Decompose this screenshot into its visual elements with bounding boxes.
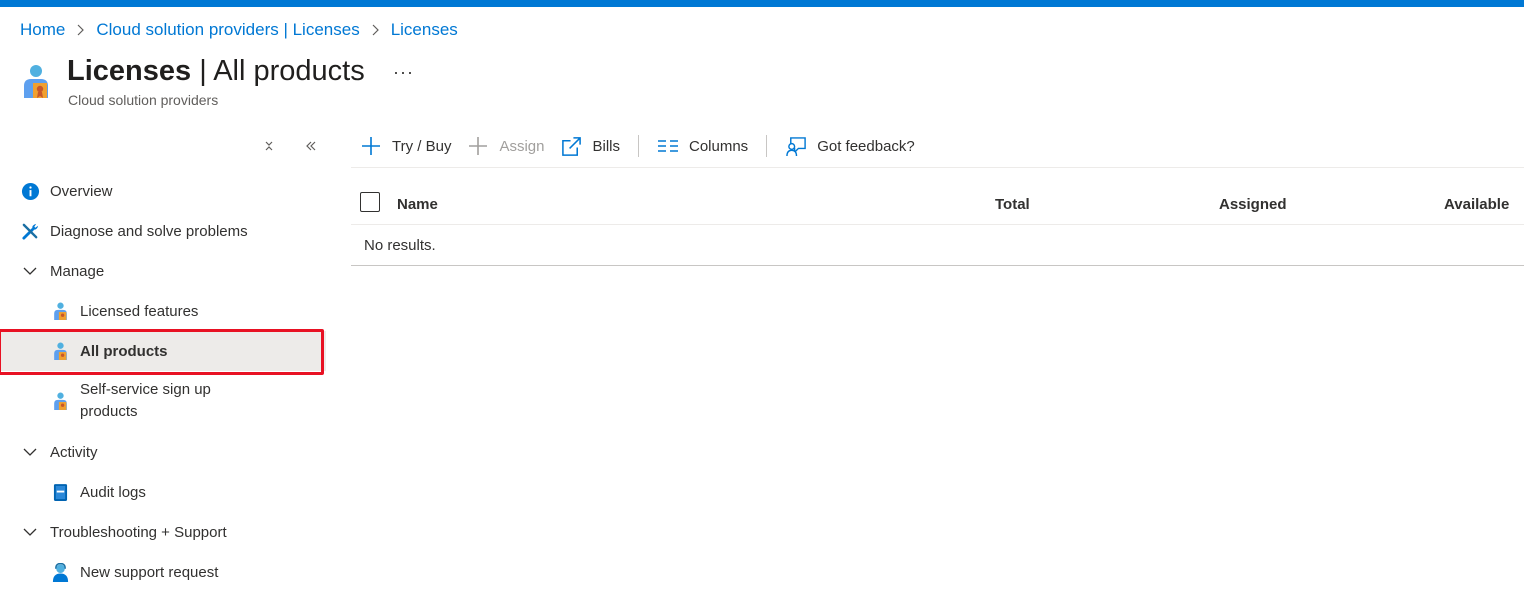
- person-support-icon: [50, 562, 70, 582]
- page-title: Licenses | All products: [67, 54, 365, 88]
- page-title-bold: Licenses: [67, 55, 192, 87]
- top-accent-bar: [0, 0, 1524, 7]
- grid-header: Name Total Assigned Available: [351, 168, 1524, 225]
- sidebar-item-overview[interactable]: Overview: [0, 171, 326, 211]
- sidebar-item-all-products[interactable]: All products: [0, 329, 326, 375]
- assign-label: Assign: [499, 137, 545, 155]
- columns-button[interactable]: Columns: [649, 127, 756, 165]
- bills-button[interactable]: Bills: [552, 127, 628, 165]
- sidebar-item-diagnose[interactable]: Diagnose and solve problems: [0, 211, 326, 251]
- breadcrumb-csp-licenses[interactable]: Cloud solution providers | Licenses: [96, 20, 359, 40]
- sidebar-item-label: Audit logs: [80, 483, 146, 501]
- toolbar-divider: [638, 135, 639, 157]
- breadcrumb-licenses[interactable]: Licenses: [391, 20, 458, 40]
- sidebar-group-activity[interactable]: Activity: [0, 432, 326, 472]
- bills-label: Bills: [592, 137, 620, 155]
- more-options-button[interactable]: ···: [393, 62, 414, 83]
- sidebar-item-licensed-features[interactable]: Licensed features: [0, 291, 326, 331]
- sidebar-item-label: Overview: [50, 182, 113, 200]
- hide-sidebar-button[interactable]: [301, 136, 321, 156]
- plus-icon: [360, 135, 382, 157]
- sidebar-item-label: Diagnose and solve problems: [50, 222, 248, 240]
- wrench-icon: [20, 221, 40, 241]
- sidebar-group-label: Manage: [50, 262, 105, 280]
- column-header-total[interactable]: Total: [995, 196, 1030, 213]
- breadcrumb: Home Cloud solution providers | Licenses…: [20, 19, 458, 41]
- empty-results-message: No results.: [351, 225, 1524, 266]
- sidebar-item-label: All products: [80, 342, 168, 360]
- chevron-right-icon: [75, 24, 85, 36]
- sidebar-item-label: New support request: [80, 563, 219, 581]
- sidebar-item-audit-logs[interactable]: Audit logs: [0, 472, 326, 512]
- collapse-all-button[interactable]: [259, 136, 279, 156]
- plus-icon: [467, 135, 489, 157]
- try-buy-label: Try / Buy: [392, 137, 452, 155]
- select-all-checkbox[interactable]: [360, 192, 380, 212]
- toolbar-divider: [766, 135, 768, 157]
- feedback-label: Got feedback?: [817, 137, 915, 155]
- sidebar-item-new-support-request[interactable]: New support request: [0, 552, 326, 592]
- book-icon: [50, 482, 70, 502]
- sidebar-group-label: Activity: [50, 443, 98, 461]
- assign-button[interactable]: Assign: [459, 127, 552, 165]
- license-user-icon: [50, 301, 70, 321]
- breadcrumb-home[interactable]: Home: [20, 20, 65, 40]
- open-external-icon: [560, 135, 582, 157]
- double-chevron-left-icon: [306, 141, 316, 151]
- column-header-name[interactable]: Name: [397, 196, 438, 213]
- column-header-assigned[interactable]: Assigned: [1219, 196, 1287, 213]
- license-user-icon: [50, 391, 70, 411]
- chevron-right-icon: [370, 24, 380, 36]
- info-icon: [20, 181, 40, 201]
- license-user-icon: [50, 341, 70, 361]
- command-bar: Try / Buy Assign Bills Columns Got feedb…: [352, 127, 923, 165]
- chevron-down-icon: [20, 442, 40, 462]
- columns-icon: [657, 135, 679, 157]
- sidebar-group-label: Troubleshooting + Support: [50, 523, 227, 541]
- collapse-icon: [265, 141, 273, 151]
- feedback-button[interactable]: Got feedback?: [777, 127, 923, 165]
- try-buy-button[interactable]: Try / Buy: [352, 127, 459, 165]
- sidebar-group-troubleshooting[interactable]: Troubleshooting + Support: [0, 512, 326, 552]
- license-user-icon: [22, 64, 50, 100]
- chevron-down-icon: [20, 522, 40, 542]
- products-grid: Name Total Assigned Available No results…: [351, 167, 1524, 266]
- sidebar-group-manage[interactable]: Manage: [0, 251, 326, 291]
- column-header-available[interactable]: Available: [1444, 196, 1509, 213]
- sidebar-item-self-service[interactable]: Self-service sign up products: [0, 376, 326, 426]
- page-title-rest: | All products: [191, 55, 365, 87]
- columns-label: Columns: [689, 137, 749, 155]
- chevron-down-icon: [20, 261, 40, 281]
- sidebar-item-label: Licensed features: [80, 302, 199, 320]
- sidebar-item-label: Self-service sign up products: [80, 381, 211, 420]
- page-subtitle: Cloud solution providers: [68, 92, 219, 108]
- feedback-icon: [785, 135, 807, 157]
